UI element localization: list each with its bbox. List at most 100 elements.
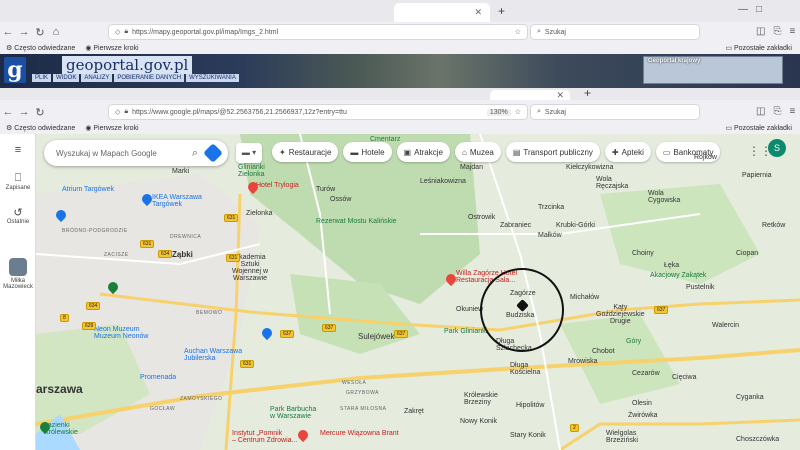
place-label[interactable]: Turów [316, 186, 335, 193]
place-label[interactable]: Hipolitów [516, 402, 544, 409]
google-map[interactable]: ≡ ⎕ Zapisane ↺ Ostatnie Miłka Mazowieck … [0, 134, 800, 450]
place-label[interactable]: Papiernia [742, 172, 772, 179]
place-label[interactable]: Długa Kościelna [510, 362, 540, 376]
place-label[interactable]: Majdan [460, 164, 483, 171]
search-icon[interactable]: ⌕ [192, 147, 198, 160]
place-label[interactable]: Zielonka [246, 210, 272, 217]
place-label[interactable]: Kiełczykowizna [566, 164, 613, 171]
place-label[interactable]: Retków [762, 222, 785, 229]
extensions-icon[interactable]: ⎘ [773, 26, 781, 37]
hamburger-menu[interactable]: ≡ [0, 144, 36, 156]
poi-label[interactable]: Hotel Trylogia [256, 182, 299, 189]
poi-label[interactable]: Glinianki Zielonka [238, 164, 265, 178]
new-tab-icon[interactable]: + [498, 4, 505, 18]
place-label[interactable]: Małków [538, 232, 562, 239]
geoportal-menu-item[interactable]: ANALIZY [81, 74, 113, 82]
bookmark-frequent[interactable]: ⚙ Często odwiedzane [6, 124, 75, 132]
place-label[interactable]: Nowy Konik [460, 418, 497, 425]
home-icon[interactable]: ⌂ [48, 26, 64, 38]
bookmark-star-icon[interactable]: ☆ [515, 28, 521, 36]
back-icon[interactable]: ← [0, 26, 16, 38]
poi-label[interactable]: Góry [626, 338, 641, 345]
chip-muzea[interactable]: ⌂ Muzea [454, 142, 501, 162]
search-bar[interactable]: ⌕ Szukaj [530, 24, 700, 40]
place-label[interactable]: Pustelnik [686, 284, 714, 291]
place-label[interactable]: Żwirówka [628, 412, 658, 419]
poi-label[interactable]: Promenada [140, 374, 176, 381]
geoportal-menu-item[interactable]: PLIK [32, 74, 52, 82]
poi-label[interactable]: Mercure Wiązowna Brant [320, 430, 399, 437]
place-label[interactable]: Ossów [330, 196, 351, 203]
place-label[interactable]: Zakręt [404, 408, 424, 415]
place-label[interactable]: Olesin [632, 400, 652, 407]
reload-icon[interactable]: ↻ [32, 106, 48, 119]
place-label[interactable]: Cięciwa [672, 374, 697, 381]
place-label[interactable]: Leśniakowizna [420, 178, 466, 185]
url-bar-2[interactable]: ◇ 🔒︎ https://www.google.pl/maps/@52.2563… [108, 104, 528, 120]
place-label[interactable]: Mrowiska [568, 358, 598, 365]
bookmark-other[interactable]: ▭ Pozostałe zakładki [725, 124, 792, 132]
menu-icon[interactable]: ≡ [789, 26, 795, 37]
extensions-icon[interactable]: ⎘ [773, 106, 781, 117]
place-label[interactable]: Choszczówka [736, 436, 779, 443]
bookmark-other[interactable]: ▭ Pozostałe zakładki [725, 44, 792, 52]
place-label[interactable]: Ostrowik [468, 214, 495, 221]
poi-label[interactable]: IKEA Warszawa Targówek [152, 194, 202, 208]
search-bar-2[interactable]: ⌕ Szukaj [530, 104, 700, 120]
poi-label[interactable]: Instytut „Pomnik – Centrum Zdrowia... [232, 430, 297, 444]
saved-button[interactable]: ⎕ Zapisane [0, 172, 36, 191]
menu-icon[interactable]: ≡ [789, 106, 795, 117]
place-label[interactable]: Rezerwat Mostu Kalińskie [316, 218, 397, 225]
layers-button[interactable]: ▬ ▾ [236, 143, 262, 163]
pocket-icon[interactable]: ◫ [756, 106, 765, 117]
place-label[interactable]: Sulejówek [358, 332, 394, 341]
place-label[interactable]: Stary Konik [510, 432, 546, 439]
place-label[interactable]: Trzcinka [538, 204, 564, 211]
forward-icon[interactable]: → [16, 106, 32, 118]
place-label[interactable]: Cezarów [632, 370, 660, 377]
geoportal-menu-item[interactable]: POBIERANIE DANYCH [114, 74, 185, 82]
place-label[interactable]: Marki [172, 168, 189, 175]
poi-label[interactable]: Neon Muzeum Muzeum Neonów [94, 326, 148, 340]
poi-label[interactable]: Park Glinianki [444, 328, 487, 335]
close-icon[interactable]: ✕ [556, 90, 564, 101]
place-label[interactable]: Zabraniec [500, 222, 531, 229]
new-tab-icon[interactable]: + [584, 86, 591, 100]
recent-button[interactable]: ↺ Ostatnie [0, 206, 36, 225]
tab-geoportal[interactable]: ✕ [394, 3, 490, 22]
pocket-icon[interactable]: ◫ [756, 26, 765, 37]
chip-atrakcje[interactable]: ▣ Atrakcje [396, 142, 450, 162]
place-label[interactable]: Wola Ręczajska [596, 176, 628, 190]
place-label[interactable]: Królewskie Brzeziny [464, 392, 498, 406]
gmaps-search-input[interactable]: Wyszukaj w Mapach Google [56, 149, 192, 158]
place-label[interactable]: Cyganka [736, 394, 764, 401]
directions-icon[interactable] [203, 143, 223, 163]
place-label[interactable]: Łęka [664, 262, 679, 269]
place-label[interactable]: Wielgolas Brzeziński [606, 430, 638, 444]
place-label[interactable]: Walercin [712, 322, 739, 329]
minimize-icon[interactable]: — [738, 4, 748, 15]
place-label[interactable]: Ciopan [736, 250, 758, 257]
place-label[interactable]: Michałów [570, 294, 599, 301]
forward-icon[interactable]: → [16, 26, 32, 38]
poi-label[interactable]: Auchan Warszawa Jubilerska [184, 348, 242, 362]
reload-icon[interactable]: ↻ [32, 26, 48, 39]
maximize-icon[interactable]: □ [756, 4, 762, 15]
bookmark-first-steps[interactable]: ◉ Pierwsze kroki [85, 44, 138, 52]
geoportal-menu-item[interactable]: WYSZUKIWANIA [186, 74, 239, 82]
place-label[interactable]: Akacjowy Zakątek [650, 272, 706, 279]
url-bar[interactable]: ◇ 🔒︎ https://mapy.geoportal.gov.pl/imap/… [108, 24, 528, 40]
zoom-level[interactable]: 130% [486, 108, 511, 116]
avatar[interactable]: S [768, 139, 786, 157]
bookmark-first-steps[interactable]: ◉ Pierwsze kroki [85, 124, 138, 132]
poi-label[interactable]: Park Barbucha w Warszawie [270, 406, 316, 420]
place-label[interactable]: Rojków [694, 154, 717, 161]
back-icon[interactable]: ← [0, 106, 16, 118]
place-label[interactable]: Kąty Goździejewskie Drugie [596, 304, 645, 325]
tab-google-maps[interactable]: ✕ [490, 90, 570, 100]
chip-transport-publiczny[interactable]: ▤ Transport publiczny [505, 142, 600, 162]
bookmark-star-icon[interactable]: ☆ [515, 108, 521, 116]
recent-place-button[interactable]: Miłka Mazowieck [0, 258, 36, 290]
bookmark-frequent[interactable]: ⚙ Często odwiedzane [6, 44, 75, 52]
place-label[interactable]: Wola Cygowska [648, 190, 680, 204]
